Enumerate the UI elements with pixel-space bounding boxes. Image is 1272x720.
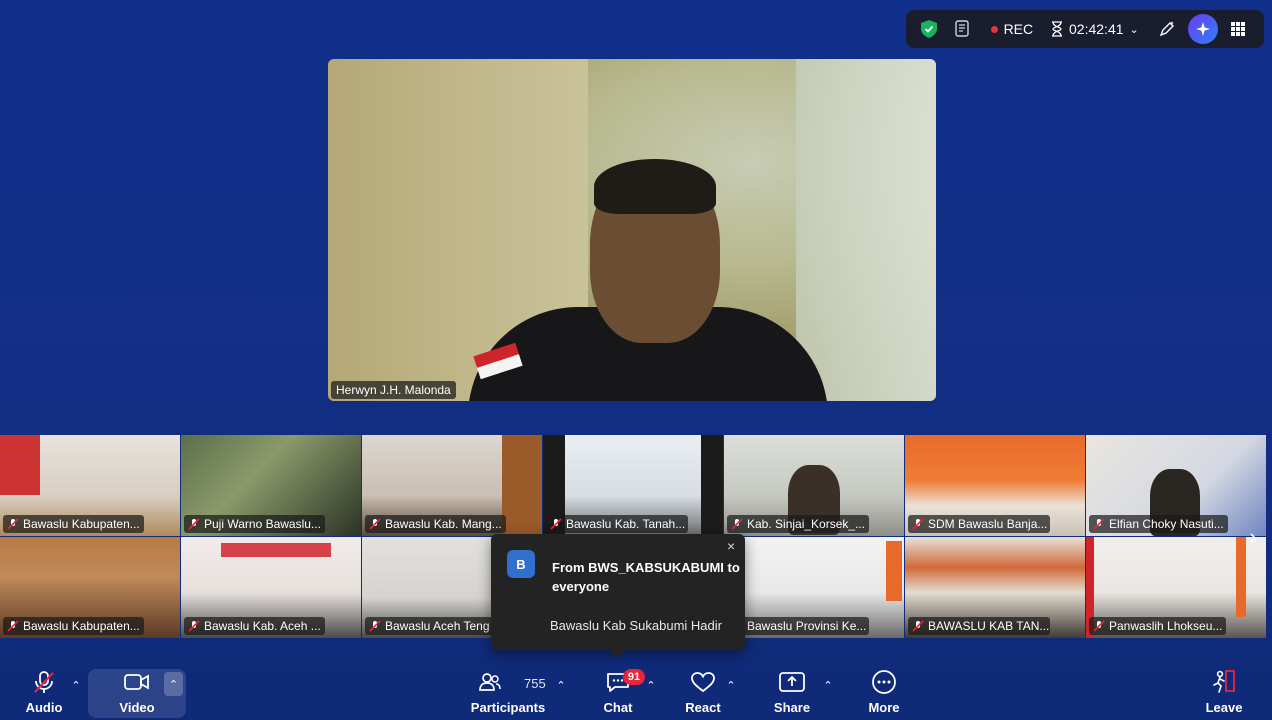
mic-muted-icon: [369, 518, 381, 530]
participant-tile[interactable]: Kab. Sinjai_Korsek_...: [724, 435, 904, 536]
chat-caret-icon[interactable]: ⌃: [642, 676, 660, 694]
close-icon[interactable]: ×: [727, 538, 735, 554]
recording-indicator[interactable]: REC: [983, 10, 1040, 48]
react-caret-icon[interactable]: ⌃: [722, 676, 740, 694]
participant-name: BAWASLU KAB TAN...: [928, 619, 1050, 633]
participant-name: Bawaslu Kabupaten...: [23, 619, 140, 633]
active-speaker-video[interactable]: Herwyn J.H. Malonda: [328, 59, 936, 401]
participants-count: 755: [524, 676, 546, 691]
share-caret-icon[interactable]: ⌃: [819, 676, 837, 694]
leave-door-icon: [1211, 668, 1237, 696]
participant-name: Bawaslu Kab. Tanah...: [566, 517, 686, 531]
share-screen-icon: [779, 668, 805, 696]
participant-tile[interactable]: Bawaslu Kab. Mang...: [362, 435, 542, 536]
audio-label: Audio: [25, 700, 63, 715]
more-button[interactable]: More: [862, 668, 906, 718]
video-button[interactable]: Video: [114, 668, 160, 718]
mic-muted-icon: [7, 620, 19, 632]
participant-name: Bawaslu Kab. Mang...: [385, 517, 502, 531]
share-button[interactable]: Share: [770, 668, 814, 718]
mic-muted-icon: [188, 518, 200, 530]
mic-muted-icon: [912, 518, 924, 530]
chat-sender-line: From BWS_KABSUKABUMI to everyone: [552, 560, 740, 594]
gallery-view-icon[interactable]: [1220, 10, 1256, 48]
react-button[interactable]: React: [682, 668, 724, 718]
participant-name: Bawaslu Provinsi Ke...: [747, 619, 867, 633]
more-label: More: [868, 700, 900, 715]
video-label: Video: [119, 700, 155, 715]
leave-button[interactable]: Leave: [1202, 668, 1246, 718]
mic-muted-icon: [188, 620, 200, 632]
chat-notification-popup[interactable]: B From BWS_KABSUKABUMI to everyone Bawas…: [491, 534, 745, 658]
audio-options-caret-icon[interactable]: ⌃: [67, 676, 85, 694]
meeting-toolbar: Audio ⌃ Video ⌃ Participants 755 ⌃ Chat …: [0, 660, 1272, 720]
participant-tile[interactable]: Panwaslih Lhokseu...: [1086, 537, 1266, 638]
mic-muted-icon: [369, 620, 381, 632]
participant-name: Bawaslu Kabupaten...: [23, 517, 140, 531]
speaker-name-tag: Herwyn J.H. Malonda: [331, 381, 456, 399]
video-camera-icon: [124, 668, 150, 696]
mic-muted-icon: [7, 518, 19, 530]
participant-name: Kab. Sinjai_Korsek_...: [747, 517, 866, 531]
audio-button[interactable]: Audio: [22, 668, 66, 718]
chevron-down-icon: ⌄: [1129, 23, 1139, 36]
speaker-hair: [594, 159, 716, 214]
participant-tile[interactable]: Bawaslu Provinsi Ke...: [724, 537, 904, 638]
participant-tile[interactable]: Elfian Choky Nasuti...: [1086, 435, 1266, 536]
mic-muted-icon: [1093, 518, 1105, 530]
participant-tile[interactable]: BAWASLU KAB TAN...: [905, 537, 1085, 638]
video-options-caret-icon[interactable]: ⌃: [164, 672, 183, 696]
mic-muted-icon: [31, 668, 57, 696]
encryption-shield-icon[interactable]: [914, 10, 944, 48]
meeting-timer[interactable]: 02:42:41 ⌄: [1041, 10, 1150, 48]
recording-dot-icon: [990, 25, 998, 33]
heart-icon: [690, 668, 716, 696]
participants-caret-icon[interactable]: ⌃: [552, 676, 570, 694]
participant-tile[interactable]: Puji Warno Bawaslu...: [181, 435, 361, 536]
participant-tile[interactable]: Bawaslu Kabupaten...: [0, 537, 180, 638]
rec-label: REC: [1003, 21, 1034, 37]
react-label: React: [685, 700, 721, 715]
chat-label: Chat: [603, 700, 633, 715]
hourglass-icon: [1052, 21, 1063, 37]
participant-name: Panwaslih Lhokseu...: [1109, 619, 1223, 633]
mic-muted-icon: [550, 518, 562, 530]
participant-name: Bawaslu Kab. Aceh ...: [204, 619, 321, 633]
meeting-status-bar: REC 02:42:41 ⌄: [906, 10, 1264, 48]
participants-label: Participants: [470, 700, 546, 715]
participant-name: Elfian Choky Nasuti...: [1109, 517, 1224, 531]
gallery-next-icon[interactable]: ›: [1242, 523, 1264, 551]
captions-icon[interactable]: [944, 10, 984, 48]
share-label: Share: [773, 700, 811, 715]
participant-tile[interactable]: Bawaslu Kabupaten...: [0, 435, 180, 536]
leave-label: Leave: [1205, 700, 1243, 715]
ai-companion-button[interactable]: [1185, 10, 1221, 48]
participant-name: SDM Bawaslu Banja...: [928, 517, 1048, 531]
participant-name: Bawaslu Aceh Teng: [385, 619, 490, 633]
more-dots-icon: [871, 668, 897, 696]
sender-avatar: B: [507, 550, 535, 578]
participant-tile[interactable]: Bawaslu Kab. Aceh ...: [181, 537, 361, 638]
mic-muted-icon: [912, 620, 924, 632]
mic-muted-icon: [731, 518, 743, 530]
participant-tile[interactable]: SDM Bawaslu Banja...: [905, 435, 1085, 536]
participant-tile[interactable]: Bawaslu Kab. Tanah...: [543, 435, 723, 536]
timer-value: 02:42:41: [1069, 21, 1124, 37]
annotate-pen-icon[interactable]: [1149, 10, 1185, 48]
participant-name: Puji Warno Bawaslu...: [204, 517, 321, 531]
sparkle-icon: [1187, 14, 1218, 44]
participants-icon: [479, 668, 501, 696]
speaker-background-window: [796, 59, 936, 401]
chat-message-text: Bawaslu Kab Sukabumi Hadir: [550, 618, 722, 633]
mic-muted-icon: [1093, 620, 1105, 632]
